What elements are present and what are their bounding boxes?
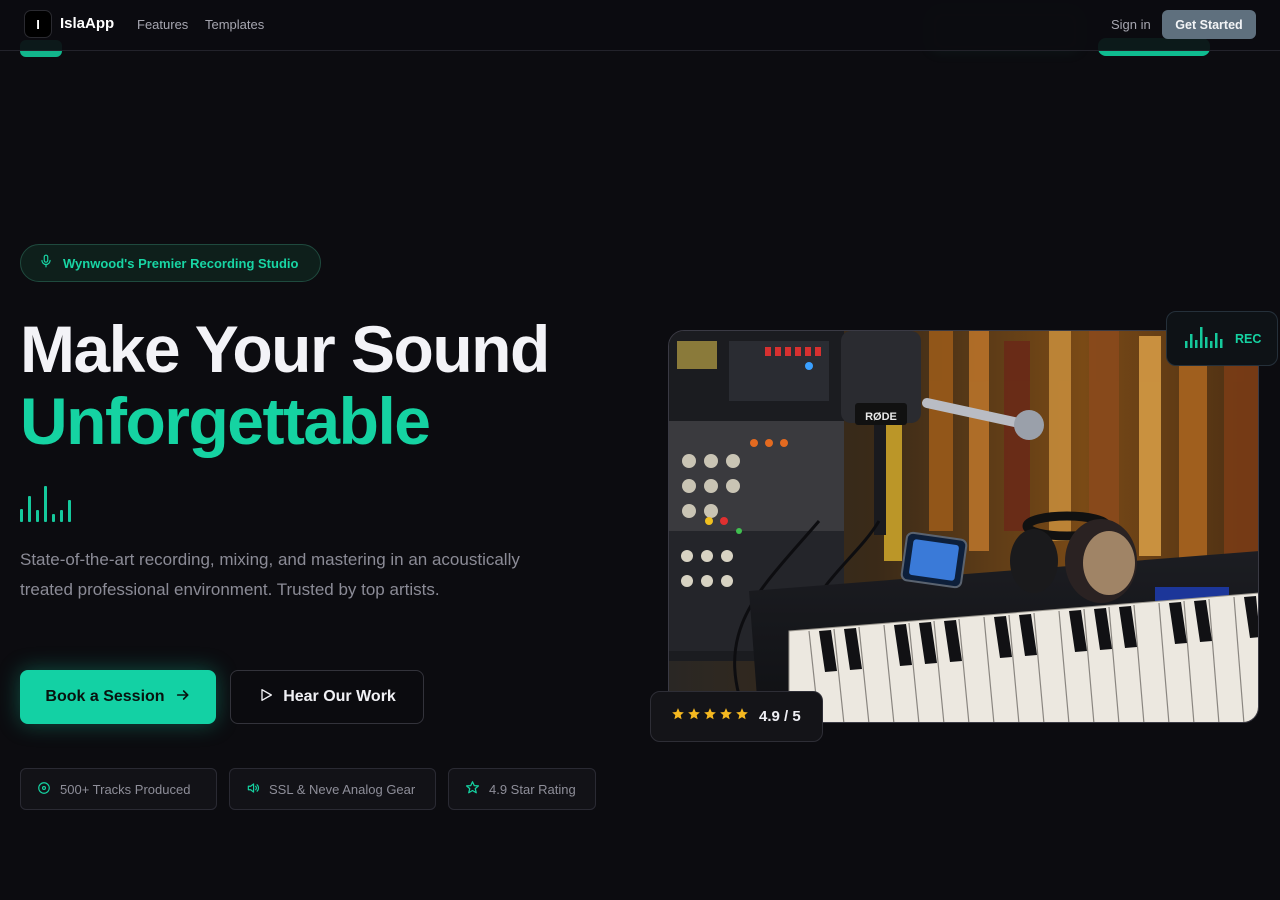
stat-gear: SSL & Neve Analog Gear [229,768,436,810]
sign-in-link[interactable]: Sign in [1111,17,1151,32]
brand-name[interactable]: IslaApp [60,15,114,32]
get-started-button[interactable]: Get Started [1162,10,1256,39]
play-icon [258,687,274,708]
nav-link-features[interactable]: Features [137,17,188,32]
book-session-button[interactable]: Book a Session [20,670,216,724]
rating-card: 4.9 / 5 [650,691,823,742]
waveform-icon [20,484,71,522]
nav-link-templates[interactable]: Templates [205,17,264,32]
stat-label: SSL & Neve Analog Gear [269,781,416,797]
hero-description: State-of-the-art recording, mixing, and … [20,550,520,599]
logo-icon[interactable]: I [24,10,52,38]
book-session-label: Book a Session [45,688,165,705]
rating-stars [671,707,749,726]
stat-label: 500+ Tracks Produced [60,781,191,797]
rec-label: REC [1235,331,1262,346]
star-icon [687,707,701,726]
mic-brand: RØDE [865,411,897,423]
top-nav: I IslaApp Features Templates Sign in Get… [0,0,1280,51]
stat-rating: 4.9 Star Rating [448,768,596,810]
disc-icon [37,781,51,798]
star-icon [703,707,717,726]
recording-indicator: REC [1166,311,1278,366]
star-icon [735,707,749,726]
hero-title: Make Your Sound [20,312,550,386]
hero-badge: Wynwood's Premier Recording Studio [20,244,321,282]
hero-title-accent: Unforgettable [20,384,431,458]
waveform-icon [1185,324,1225,353]
hear-work-button[interactable]: Hear Our Work [230,670,424,724]
arrow-right-icon [175,687,191,708]
star-icon [465,780,480,798]
badge-label: Wynwood's Premier Recording Studio [63,255,299,271]
star-icon [719,707,733,726]
studio-photo: RØDE [668,330,1259,723]
speaker-icon [246,781,260,798]
stat-label: 4.9 Star Rating [489,781,576,797]
hear-work-label: Hear Our Work [283,688,396,705]
microphone-icon [39,254,53,273]
stat-tracks: 500+ Tracks Produced [20,768,217,810]
rating-value: 4.9 / 5 [759,708,801,725]
star-icon [671,707,685,726]
